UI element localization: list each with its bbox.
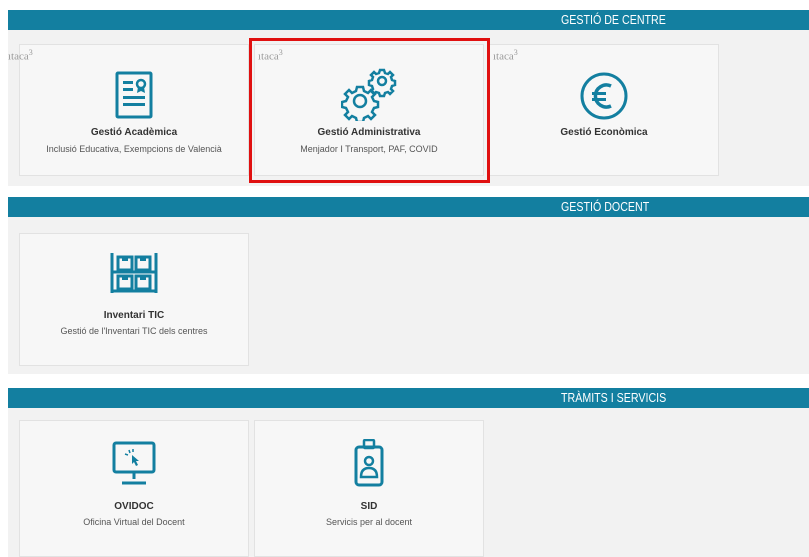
card-gestio-academica[interactable]: ıtaca3 Gestió Acadèmica Inclusió Educati… [8,44,249,176]
itaca-logo: ıtaca3 [258,48,283,63]
card-title: Gestió Acadèmica [90,127,178,138]
section-title: GESTIÓ DOCENT [561,199,650,214]
card-subtitle: Gestió de l'Inventari TIC dels centres [60,326,208,336]
section-header: GESTIÓ DOCENT [8,197,809,217]
itaca-logo: ıtaca3 [493,48,518,63]
card-sid[interactable]: SID Servicis per al docent [254,420,484,557]
card-gestio-administrativa[interactable]: ıtaca3 Gestió Administrativa Menjador I … [254,44,484,176]
card-subtitle: Inclusió Educativa, Exempcions de Valenc… [46,144,222,154]
shelves-icon [109,251,159,300]
card-subtitle: Servicis per al docent [325,517,413,527]
itaca-logo: ıtaca3 [8,48,33,63]
euro-icon [579,71,629,126]
section-header: TRÀMITS I SERVICIS [8,388,809,408]
card-gestio-economica[interactable]: ıtaca3 Gestió Econòmica [489,44,719,176]
id-badge-icon [354,438,384,492]
document-user-icon [115,71,153,124]
card-title: Gestió Administrativa [317,127,421,138]
card-subtitle: Oficina Virtual del Docent [83,517,185,527]
card-subtitle: Menjador I Transport, PAF, COVID [300,144,438,154]
card-title: SID [360,501,378,512]
monitor-click-icon [112,441,156,492]
card-title: Gestió Econòmica [560,127,648,138]
card-ovidoc[interactable]: OVIDOC Oficina Virtual del Docent [19,420,249,557]
section-title: TRÀMITS I SERVICIS [561,390,667,405]
section-header: GESTIÓ DE CENTRE [8,10,809,30]
gears-icon [340,67,397,126]
card-title: OVIDOC [114,501,154,512]
card-inventari-tic[interactable]: Inventari TIC Gestió de l'Inventari TIC … [19,233,249,366]
section-title: GESTIÓ DE CENTRE [561,12,666,27]
card-title: Inventari TIC [103,310,165,321]
